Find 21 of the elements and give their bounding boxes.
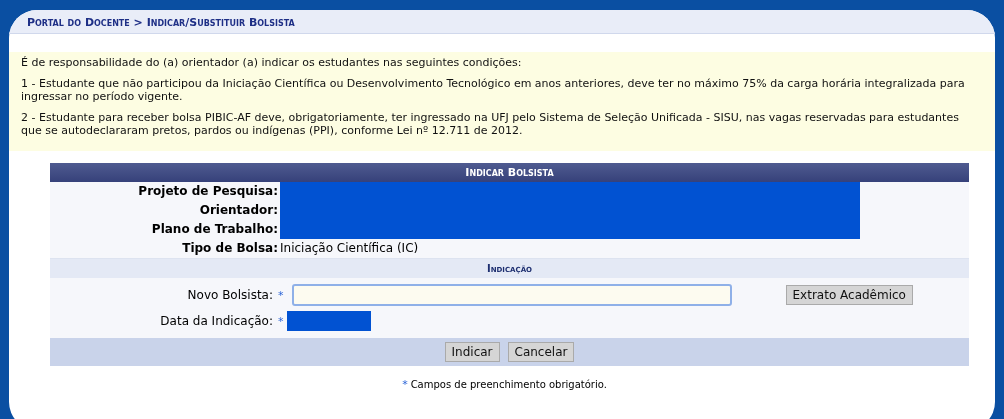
form-button[interactable]: Indicar xyxy=(444,342,500,362)
form-title: Indicar Bolsista xyxy=(50,163,969,182)
field-label: Plano de Trabalho: xyxy=(150,221,279,238)
section-title: Indicação xyxy=(50,258,969,278)
field-label: Tipo de Bolsa: xyxy=(181,240,279,257)
field-label: Projeto de Pesquisa: xyxy=(137,183,279,200)
required-mark: * xyxy=(278,288,284,302)
breadcrumb: Portal do Docente > Indicar/Substituir Bolsista xyxy=(9,10,995,34)
field-label: Data da Indicação: xyxy=(159,314,273,328)
footer-note: Campos de preenchimento obrigatório. xyxy=(410,379,607,390)
required-mark: * xyxy=(402,378,408,391)
field-value: Iniciação Científica (IC) xyxy=(280,241,419,255)
notice-item: 1 - Estudante que não participou da Iniciação Científica ou Desenvolvimento Tecnológico em anos anteriores, deve ter no máximo 75% da carga horária integralizada para ingressar no período vigente. xyxy=(21,77,966,103)
notice-text: É de responsabilidade do (a) orientador (a) indicar os estudantes nas seguintes condições: xyxy=(21,56,523,69)
notice-item: 2 - Estudante para receber bolsa PIBIC-AF deve, obrigatoriamente, ter ingressado na UFJ pelo Sistema de Seleção Unificada - SISU, nas vagas reservadas para estudantes que se autodeclararam pretos, pardos ou indígenas (PPI), conforme Lei nº 12.711 de 2012. xyxy=(21,111,960,137)
field-label: Novo Bolsista: xyxy=(186,288,273,302)
required-mark: * xyxy=(278,314,284,328)
field-label: Orientador: xyxy=(198,202,279,219)
form-button[interactable]: Cancelar xyxy=(507,342,575,362)
academic-record-button[interactable]: Extrato Acadêmico xyxy=(785,285,913,305)
student-input-field[interactable] xyxy=(291,284,732,306)
